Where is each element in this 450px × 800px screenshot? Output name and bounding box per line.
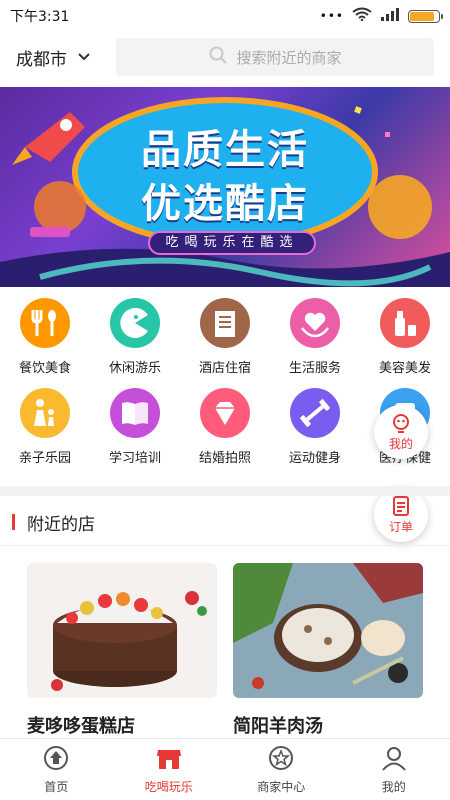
book-icon [110, 388, 160, 438]
tab-home[interactable]: 首页 [0, 739, 113, 800]
fork-spoon-icon [20, 298, 70, 348]
wifi-icon [352, 7, 372, 25]
city-name: 成都市 [16, 49, 67, 70]
banner-headline-1: 品质生活 [141, 127, 309, 173]
tab-mine[interactable]: 我的 [338, 739, 450, 800]
diamond-icon [200, 388, 250, 438]
status-icons: ••• [319, 7, 443, 25]
status-time: 下午3:31 [10, 9, 70, 25]
dumbbell-icon [290, 388, 340, 438]
category-label: 休闲游乐 [108, 361, 161, 376]
chevron-down-icon [77, 47, 91, 67]
more-dots-icon: ••• [319, 9, 344, 23]
category-label: 亲子乐园 [18, 451, 71, 466]
shop-name: 麦哆哆蛋糕店 [27, 716, 135, 737]
heart-hands-icon [290, 298, 340, 348]
section-separator [0, 545, 450, 546]
category-item[interactable]: 亲子乐园 [0, 388, 90, 468]
user-icon [380, 745, 408, 774]
hotel-icon [200, 298, 250, 348]
top-header: 成都市 搜索附近的商家 [0, 32, 450, 82]
tab-label: 首页 [44, 779, 69, 794]
shop-name: 简阳羊肉汤 [233, 716, 323, 737]
tab-label: 我的 [381, 779, 406, 794]
battery-icon [408, 9, 443, 23]
category-item[interactable]: 生活服务 [270, 298, 360, 378]
section-accent-bar [12, 514, 15, 530]
category-item[interactable]: 学习培训 [90, 388, 180, 468]
store-icon [155, 745, 183, 774]
category-item[interactable]: 休闲游乐 [90, 298, 180, 378]
signal-icon [380, 7, 400, 25]
home-icon [42, 745, 70, 774]
banner-headline-2: 优选酷店 [141, 181, 309, 227]
status-bar: 下午3:31 ••• [0, 0, 450, 32]
tab-label: 吃喝玩乐 [144, 779, 193, 794]
category-item[interactable]: 餐饮美食 [0, 298, 90, 378]
shop-card[interactable]: 麦哆哆蛋糕店 [27, 563, 217, 738]
shop-image [233, 563, 423, 698]
robot-face-icon [393, 414, 409, 433]
category-label: 餐饮美食 [18, 361, 71, 376]
search-icon [208, 45, 228, 69]
tab-label: 商家中心 [257, 779, 306, 794]
cosmetics-icon [380, 298, 430, 348]
category-label: 生活服务 [288, 361, 341, 376]
category-label: 酒店住宿 [198, 361, 251, 376]
category-label: 学习培训 [108, 451, 161, 466]
category-label: 结婚拍照 [198, 451, 251, 466]
promo-banner[interactable]: 品质生活 优选酷店 吃喝玩乐在酷选 [0, 87, 450, 287]
category-label: 运动健身 [288, 451, 341, 466]
category-item[interactable]: 结婚拍照 [180, 388, 270, 468]
tab-merchant-center[interactable]: 商家中心 [225, 739, 338, 800]
category-item[interactable]: 运动健身 [270, 388, 360, 468]
search-placeholder: 搜索附近的商家 [236, 48, 342, 67]
star-icon [267, 745, 295, 774]
app-screen: 下午3:31 ••• 成都市 搜索附近的商家 品质生活 优选酷店 吃喝玩乐在酷选… [0, 0, 450, 800]
bottom-tab-bar: 首页 吃喝玩乐 商家中心 我的 [0, 738, 450, 800]
city-selector[interactable]: 成都市 [16, 45, 116, 70]
shop-card[interactable]: 简阳羊肉汤 [233, 563, 423, 738]
pacman-icon [110, 298, 160, 348]
search-input[interactable]: 搜索附近的商家 [116, 38, 434, 76]
my-floating-label: 我的 [388, 437, 413, 451]
category-item[interactable]: 酒店住宿 [180, 298, 270, 378]
category-label: 美容美发 [378, 361, 431, 376]
section-divider [0, 486, 450, 496]
tab-eat-drink-play[interactable]: 吃喝玩乐 [113, 739, 226, 800]
nearby-section-header: 附近的店 [0, 500, 450, 544]
banner-tagline: 吃喝玩乐在酷选 [148, 231, 316, 255]
category-item[interactable]: 美容美发 [360, 298, 450, 378]
shop-image [27, 563, 217, 698]
my-floating-button[interactable]: 我的 [374, 405, 428, 459]
parent-child-icon [20, 388, 70, 438]
section-title: 附近的店 [27, 514, 95, 535]
